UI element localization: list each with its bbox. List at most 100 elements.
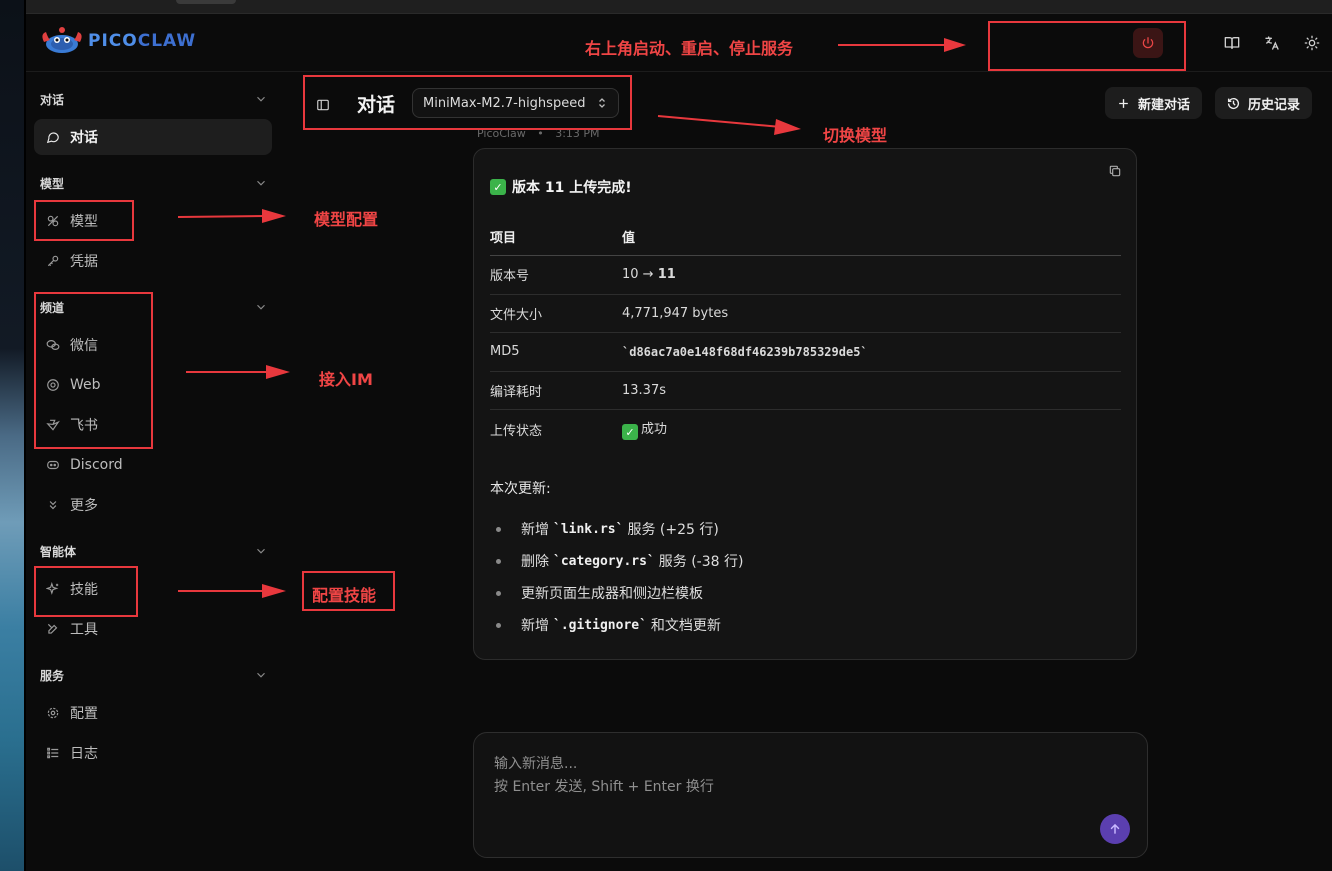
sidebar-item-discord[interactable]: Discord	[34, 447, 272, 483]
plus-icon	[1119, 98, 1128, 108]
bullet	[496, 526, 501, 532]
new-chat-button[interactable]: 新建对话	[1105, 87, 1203, 119]
sidebar-item-label: 配置	[70, 706, 98, 722]
annotation-box-im	[34, 292, 153, 449]
table-value: ✓ 成功	[622, 410, 1121, 449]
update-text: 和文档更新	[650, 618, 721, 634]
annotation-box-model-config	[34, 200, 134, 241]
key-icon	[47, 255, 59, 267]
tools-icon	[47, 623, 58, 634]
sidebar-item-label: 对话	[70, 130, 98, 146]
section-title: 服务	[40, 668, 65, 683]
app-window: PICOCLAW 对话 对话 模型 模型 凭据 频道 微信 Web 飞书 Dis…	[26, 0, 1332, 871]
bullet	[496, 590, 501, 596]
update-text: 删除	[521, 554, 549, 570]
docs-button[interactable]	[1212, 23, 1252, 63]
logo-text-claw: CLAW	[137, 31, 197, 51]
table-row: 文件大小 4,771,947 bytes	[490, 294, 1121, 333]
chevron-down-icon	[257, 672, 265, 678]
sidebar-item-label: 工具	[70, 622, 98, 638]
update-code: `category.rs`	[553, 553, 655, 569]
sidebar-section-service[interactable]: 服务	[40, 664, 268, 686]
theme-toggle-button[interactable]	[1292, 23, 1332, 63]
annotation-box-model-switch	[303, 75, 632, 130]
discord-icon	[47, 460, 59, 470]
assistant-message: ✓ 版本 11 上传完成! 项目 值 版本号 10 → 11 文件大小 4,77…	[473, 148, 1137, 660]
sidebar-section-chat[interactable]: 对话	[40, 88, 268, 110]
update-text: 服务 (+25 行)	[627, 522, 719, 538]
updates-title: 本次更新:	[490, 481, 551, 497]
section-title: 对话	[40, 92, 65, 107]
table-header-row: 项目 值	[490, 217, 1121, 256]
update-text: 服务 (-38 行)	[658, 554, 744, 570]
table-row: 编译耗时 13.37s	[490, 371, 1121, 410]
table-key: 版本号	[490, 255, 622, 295]
sidebar-item-config[interactable]: 配置	[34, 695, 272, 731]
section-title: 模型	[40, 176, 65, 191]
table-value: `d86ac7a0e148f68df46239b785329de5`	[622, 332, 1121, 372]
list-item: 新增 `link.rs` 服务 (+25 行)	[496, 513, 743, 545]
translate-icon	[1265, 36, 1279, 50]
list-item: 更新页面生成器和侧边栏模板	[496, 577, 743, 609]
chevrons-down-icon	[49, 501, 57, 510]
copy-button[interactable]	[1108, 163, 1122, 182]
sidebar-section-model[interactable]: 模型	[40, 172, 268, 194]
sidebar-item-more[interactable]: 更多	[34, 487, 272, 523]
sidebar-item-chat[interactable]: 对话	[34, 119, 272, 155]
sidebar-item-credentials[interactable]: 凭据	[34, 243, 272, 279]
sidebar-item-label: 日志	[70, 746, 98, 762]
table-key: 上传状态	[490, 423, 543, 439]
table-row: 上传状态 ✓ 成功	[490, 410, 1121, 449]
sidebar-item-label: 更多	[70, 498, 98, 514]
message-input-placeholder: 输入新消息... 按 Enter 发送, Shift + Enter 换行	[494, 756, 714, 795]
app-logo[interactable]: PICOCLAW	[40, 26, 196, 56]
annotation-box-skills	[34, 566, 138, 617]
list-item: 删除 `category.rs` 服务 (-38 行)	[496, 545, 743, 577]
annotation-arrow	[178, 584, 286, 598]
table-header: 值	[622, 217, 1121, 256]
bullet	[496, 622, 501, 628]
annotation-arrow	[657, 115, 801, 135]
table-row: 版本号 10 → 11	[490, 255, 1121, 295]
table-key: 编译耗时	[490, 371, 622, 410]
table-header: 项目	[490, 217, 622, 256]
annotation-model-switch: 切换模型	[823, 126, 888, 145]
check-mark-icon: ✓	[490, 179, 506, 195]
logo-text-pico: PICO	[88, 31, 138, 51]
annotation-box-service	[988, 21, 1186, 71]
update-text: 新增	[521, 618, 549, 634]
book-icon	[1224, 37, 1240, 49]
window-titlebar	[26, 0, 1332, 14]
sidebar: 对话 对话 模型 模型 凭据 频道 微信 Web 飞书 Discord 更多 智…	[26, 72, 276, 871]
message-input[interactable]: 输入新消息... 按 Enter 发送, Shift + Enter 换行	[473, 732, 1148, 858]
annotation-arrow	[186, 365, 290, 379]
message-icon	[46, 132, 59, 144]
table-key: MD5	[490, 332, 622, 372]
annotation-arrow	[177, 209, 286, 223]
history-label: 历史记录	[1248, 97, 1301, 113]
history-button[interactable]: 历史记录	[1215, 87, 1313, 119]
language-button[interactable]	[1252, 23, 1292, 63]
desktop-background	[0, 0, 26, 871]
send-button[interactable]	[1100, 814, 1130, 844]
version-from: 10 →	[622, 267, 658, 283]
annotation-model-config: 模型配置	[314, 210, 379, 229]
check-mark-icon: ✓	[622, 424, 638, 441]
sidebar-item-logs[interactable]: 日志	[34, 735, 272, 771]
tab-stub	[176, 0, 236, 4]
annotation-arrow	[838, 38, 966, 52]
update-code: `.gitignore`	[553, 617, 647, 633]
table-value: 13.37s	[622, 371, 1121, 410]
version-to: 11	[657, 267, 676, 283]
annotation-skills: 配置技能	[312, 586, 377, 605]
sun-icon	[1304, 35, 1320, 51]
table-value: 4,771,947 bytes	[622, 294, 1121, 333]
claw-logo-icon	[40, 26, 84, 56]
chevron-down-icon	[257, 304, 265, 310]
bullet	[496, 558, 501, 564]
new-chat-label: 新建对话	[1138, 97, 1191, 113]
arrow-up-icon	[1110, 823, 1120, 834]
sidebar-item-label: Discord	[70, 457, 123, 473]
message-title: ✓ 版本 11 上传完成!	[490, 177, 632, 197]
sidebar-section-agent[interactable]: 智能体	[40, 540, 268, 562]
